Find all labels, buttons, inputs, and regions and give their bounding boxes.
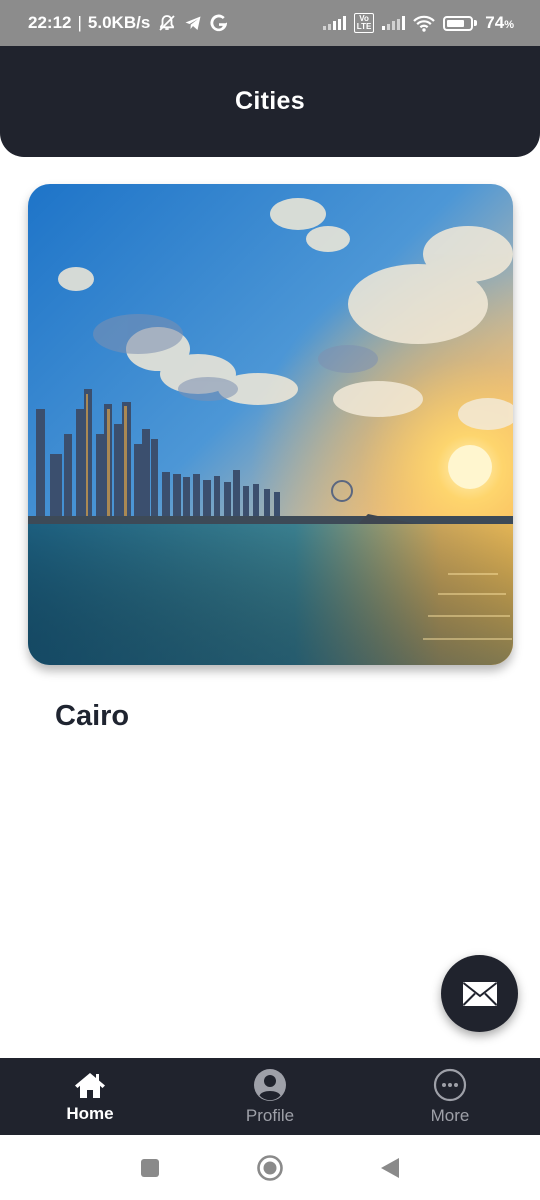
page-title: Cities (235, 87, 305, 115)
city-skyline-sunset-image (28, 184, 513, 665)
home-icon (75, 1072, 105, 1098)
battery-fill (447, 19, 464, 27)
nav-label-more: More (430, 1105, 470, 1125)
volte-icon: Vo LTE (353, 13, 375, 33)
more-horizontal-icon (433, 1068, 467, 1101)
network-speed: 5.0KB/s (87, 13, 151, 32)
telegram-icon (185, 16, 201, 30)
battery-percent: 74% (485, 13, 514, 32)
nav-label-profile: Profile (245, 1105, 295, 1125)
signal-icon (382, 16, 406, 30)
bell-off-icon (159, 15, 175, 31)
wifi-icon (413, 15, 436, 32)
message-fab-button[interactable] (441, 955, 518, 1032)
status-left: 22:12 | 5.0KB/s (28, 13, 228, 33)
recents-square-icon (141, 1158, 159, 1177)
city-name[interactable]: Cairo (55, 700, 129, 733)
app-bar: Cities (0, 46, 540, 157)
recents-button[interactable] (132, 1150, 168, 1186)
user-circle-icon (254, 1068, 286, 1101)
home-circle-icon (257, 1154, 283, 1181)
bottom-navigation: Home Profile More (0, 1058, 540, 1135)
mail-icon (462, 981, 497, 1006)
nav-label-home: Home (66, 1103, 114, 1123)
back-button[interactable] (372, 1150, 408, 1186)
battery-icon (443, 15, 478, 31)
city-card[interactable] (28, 184, 513, 665)
nav-item-profile[interactable]: Profile (180, 1058, 360, 1135)
google-icon (210, 14, 228, 32)
status-bar: 22:12 | 5.0KB/s Vo LTE 74% (0, 0, 540, 46)
status-right: Vo LTE 74% (322, 13, 514, 33)
home-button[interactable] (252, 1150, 288, 1186)
status-separator: | (77, 13, 82, 32)
signal-icon (322, 16, 346, 30)
system-navigation-bar (0, 1135, 540, 1200)
nav-item-home[interactable]: Home (0, 1058, 180, 1135)
status-time: 22:12 (28, 13, 72, 32)
back-triangle-icon (381, 1157, 399, 1178)
nav-item-more[interactable]: More (360, 1058, 540, 1135)
